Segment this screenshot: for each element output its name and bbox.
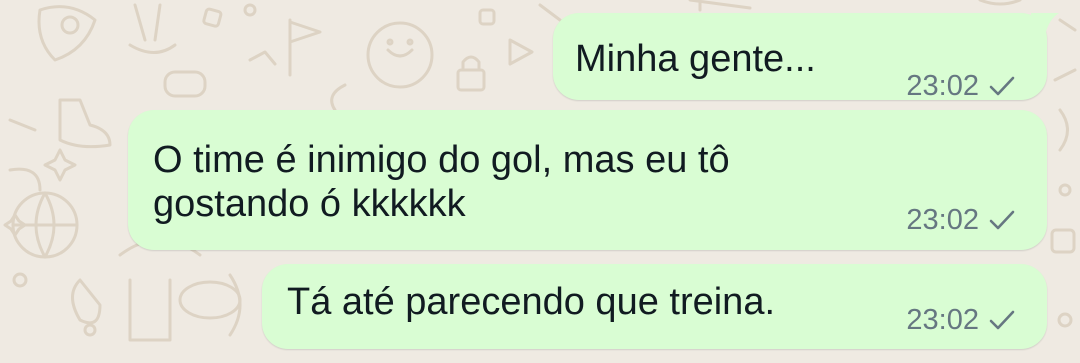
message-meta: 23:02 [906,304,1017,336]
message-time: 23:02 [906,304,979,336]
message-bubble[interactable]: O time é inimigo do gol, mas eu tô gosta… [128,110,1047,250]
single-check-icon [989,210,1015,230]
message-text-line: O time é inimigo do gol, mas eu tô [153,139,730,181]
message-text: O time é inimigo do gol, mas eu tô gosta… [153,138,730,226]
message-text: Minha gente... [575,38,816,80]
message-bubble[interactable]: Tá até parecendo que treina. 23:02 [262,264,1047,349]
message-meta: 23:02 [906,70,1017,102]
message-meta: 23:02 [906,204,1017,236]
message-bubble[interactable]: Minha gente... 23:02 [553,13,1059,102]
message-time: 23:02 [906,70,979,102]
message-text: Tá até parecendo que treina. [287,281,776,323]
single-check-icon [989,310,1015,330]
single-check-icon [989,76,1015,96]
bubble-tail [1031,13,1059,35]
message-text-line: gostando ó kkkkkk [153,183,466,225]
message-time: 23:02 [906,204,979,236]
